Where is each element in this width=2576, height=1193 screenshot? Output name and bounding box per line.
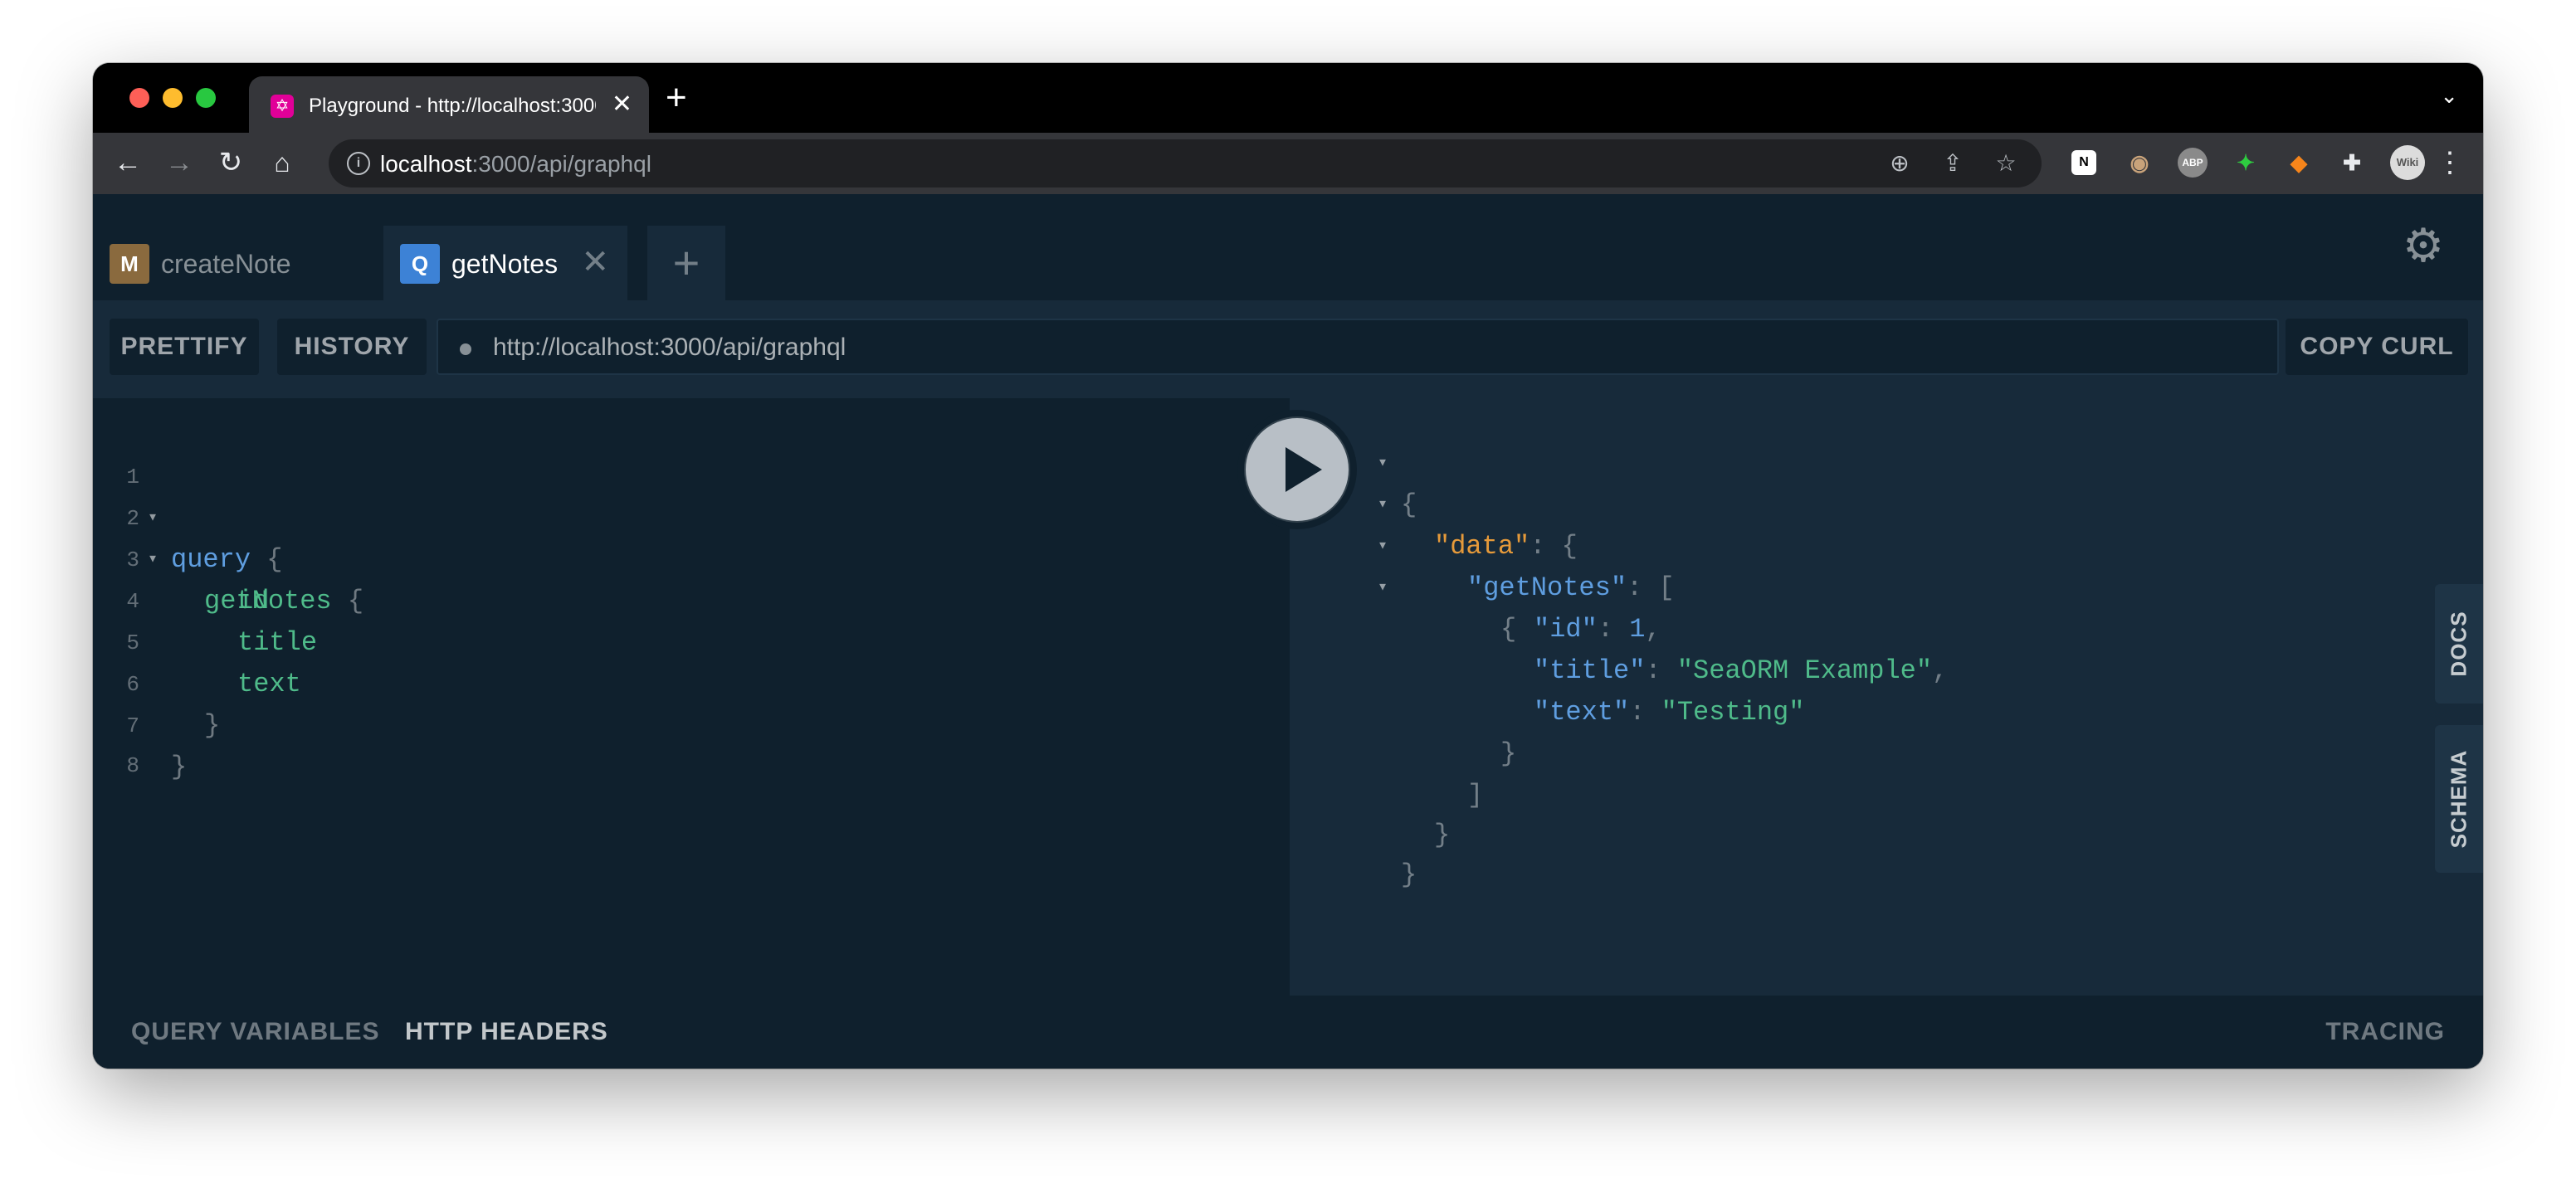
more-menu-icon[interactable]: ⋮ [2433,146,2466,179]
docs-tab-label: DOCS [2446,611,2471,677]
editor-line: 4 title [93,539,317,658]
close-icon[interactable]: ✕ [581,244,609,280]
query-badge: Q [400,244,440,284]
adblock-plus-icon[interactable]: ABP [2178,148,2208,178]
json-key: "getNotes" [1467,572,1627,603]
chevron-down-icon[interactable]: ⌄ [2440,83,2458,109]
reload-icon[interactable]: ↻ [214,146,247,179]
editor-line: 8 [93,704,188,778]
json-key: "id" [1534,614,1598,645]
gear-icon[interactable]: ⚙ [2397,219,2450,272]
result-line: "id": 1, [1534,614,1661,645]
query-variables-tab[interactable]: QUERY VARIABLES [131,1015,380,1049]
graphql-icon: ✡ [271,95,294,118]
browser-titlebar: ✡ Playground - http://localhost:3000 ✕ +… [93,63,2483,133]
notion-extension-icon[interactable]: N [2071,150,2096,175]
address-bar[interactable]: i localhost:3000/api/graphql ⊕ ⇪ ☆ [329,139,2042,187]
zoom-icon[interactable]: ⊕ [1886,149,1914,178]
query-field: id [237,586,270,616]
result-line: } [1401,859,1417,890]
copy-curl-button[interactable]: COPY CURL [2286,319,2468,375]
new-tab-button[interactable]: + [666,80,687,116]
editor-line: 3 id [93,498,269,616]
url-host: localhost [380,151,472,177]
tab-label: createNote [161,249,291,279]
endpoint-input[interactable]: http://localhost:3000/api/graphql [437,319,2279,375]
green-star-extension-icon[interactable]: ✦ [2231,148,2261,178]
profile-avatar[interactable]: Wiki [2390,145,2425,180]
brace: } [204,710,221,741]
endpoint-url: http://localhost:3000/api/graphql [493,334,846,361]
metamask-icon[interactable]: ◆ [2284,148,2314,178]
query-editor[interactable]: 1 ▾ query { 2 ▾ getNotes { 3 id 4 title … [93,398,1290,996]
execute-query-button[interactable] [1237,410,1357,529]
result-viewer[interactable]: ▾ { ▾ "data": { ▾ "getNotes": [ ▾ { "id"… [1290,398,2483,996]
play-icon [1246,418,1349,521]
maximize-window-button[interactable] [196,88,216,108]
schema-tab[interactable]: SCHEMA [2435,725,2483,873]
json-key: "data" [1434,531,1530,562]
result-line: ▾ { [1290,526,1516,645]
editor-line: 6 } [93,622,220,741]
editor-line: 2 ▾ getNotes { [93,456,363,616]
result-line: } [1434,820,1451,850]
eyes-extension-icon[interactable]: ◉ [2125,148,2154,178]
bottom-panel-bar: QUERY VARIABLES HTTP HEADERS TRACING [93,996,2483,1069]
json-key: "text" [1534,697,1630,728]
http-headers-tab[interactable]: HTTP HEADERS [405,1015,608,1049]
tab-label: getNotes [451,249,559,279]
bookmark-star-icon[interactable]: ☆ [1992,149,2020,178]
info-icon[interactable]: i [347,152,370,175]
close-window-button[interactable] [129,88,149,108]
editor-line: 5 text [93,581,300,699]
forward-arrow-icon[interactable]: → [163,146,196,179]
status-dot-icon [460,343,471,355]
query-field: title [237,627,318,658]
tab-getNotes[interactable]: Q getNotes ✕ [383,226,627,300]
home-icon[interactable]: ⌂ [266,146,299,179]
browser-toolbar: ← → ↻ ⌂ i localhost:3000/api/graphql ⊕ ⇪… [93,133,2483,194]
json-key: "title" [1534,655,1646,686]
back-arrow-icon[interactable]: ← [111,146,144,179]
schema-tab-label: SCHEMA [2446,749,2471,849]
json-value: "Testing" [1661,697,1805,728]
query-field: text [237,669,301,699]
editor-line: 7 } [93,664,188,782]
result-line: "text": "Testing" [1534,697,1805,728]
tracing-tab[interactable]: TRACING [2325,1015,2445,1049]
minimize-window-button[interactable] [163,88,183,108]
json-value: "SeaORM Example" [1676,655,1933,686]
browser-tab-title: Playground - http://localhost:3000 [309,95,596,117]
playground-toolbar: PRETTIFY HISTORY http://localhost:3000/a… [93,300,2483,398]
mutation-badge: M [110,244,149,284]
result-line: } [1500,738,1517,769]
result-line: ] [1467,780,1484,811]
docs-tab[interactable]: DOCS [2435,584,2483,704]
json-value: 1 [1629,614,1646,645]
browser-window: ✡ Playground - http://localhost:3000 ✕ +… [93,63,2483,1069]
puzzle-extensions-icon[interactable]: ✚ [2337,148,2367,178]
editor-line: 1 ▾ query { [93,415,282,575]
url-text[interactable]: localhost:3000/api/graphql [380,151,651,178]
line-number: 8 [126,753,139,778]
result-line: "title": "SeaORM Example", [1534,655,1949,686]
add-tab-button[interactable]: + [647,226,725,300]
playground-tab-bar: M createNote Q getNotes ✕ + ⚙ [93,194,2483,300]
share-icon[interactable]: ⇪ [1939,149,1967,178]
url-path: :3000/api/graphql [471,151,651,177]
close-icon[interactable]: ✕ [612,90,632,119]
history-button[interactable]: HISTORY [277,319,427,375]
prettify-button[interactable]: PRETTIFY [110,319,259,375]
browser-tab[interactable]: ✡ Playground - http://localhost:3000 ✕ [249,76,649,133]
tab-createNote[interactable]: M createNote [93,226,365,300]
